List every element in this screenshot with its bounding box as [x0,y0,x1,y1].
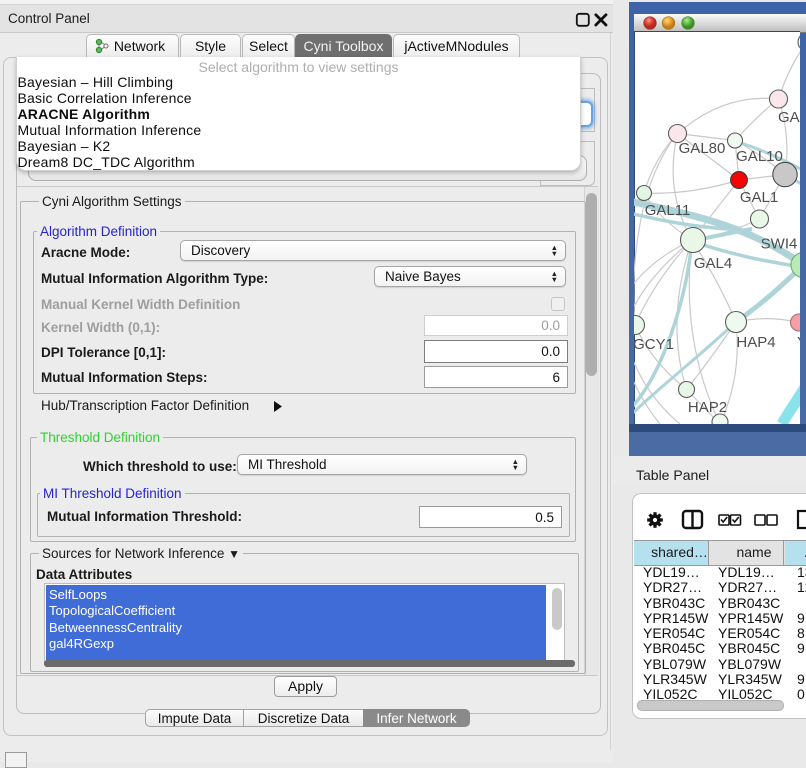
svg-text:GAL2: GAL2 [778,109,800,126]
svg-text:GAL1: GAL1 [740,189,778,206]
svg-text:GCY1: GCY1 [634,336,674,353]
svg-text:HAP4: HAP4 [736,334,775,351]
svg-text:GAL10: GAL10 [736,148,783,165]
svg-text:GAL80: GAL80 [679,140,726,157]
svg-text:HAP2: HAP2 [688,399,727,416]
svg-text:GAL4: GAL4 [694,255,732,272]
svg-text:SWI4: SWI4 [761,236,798,253]
svg-text:GAL11: GAL11 [645,202,691,219]
svg-text:YJR0: YJR0 [797,334,800,351]
